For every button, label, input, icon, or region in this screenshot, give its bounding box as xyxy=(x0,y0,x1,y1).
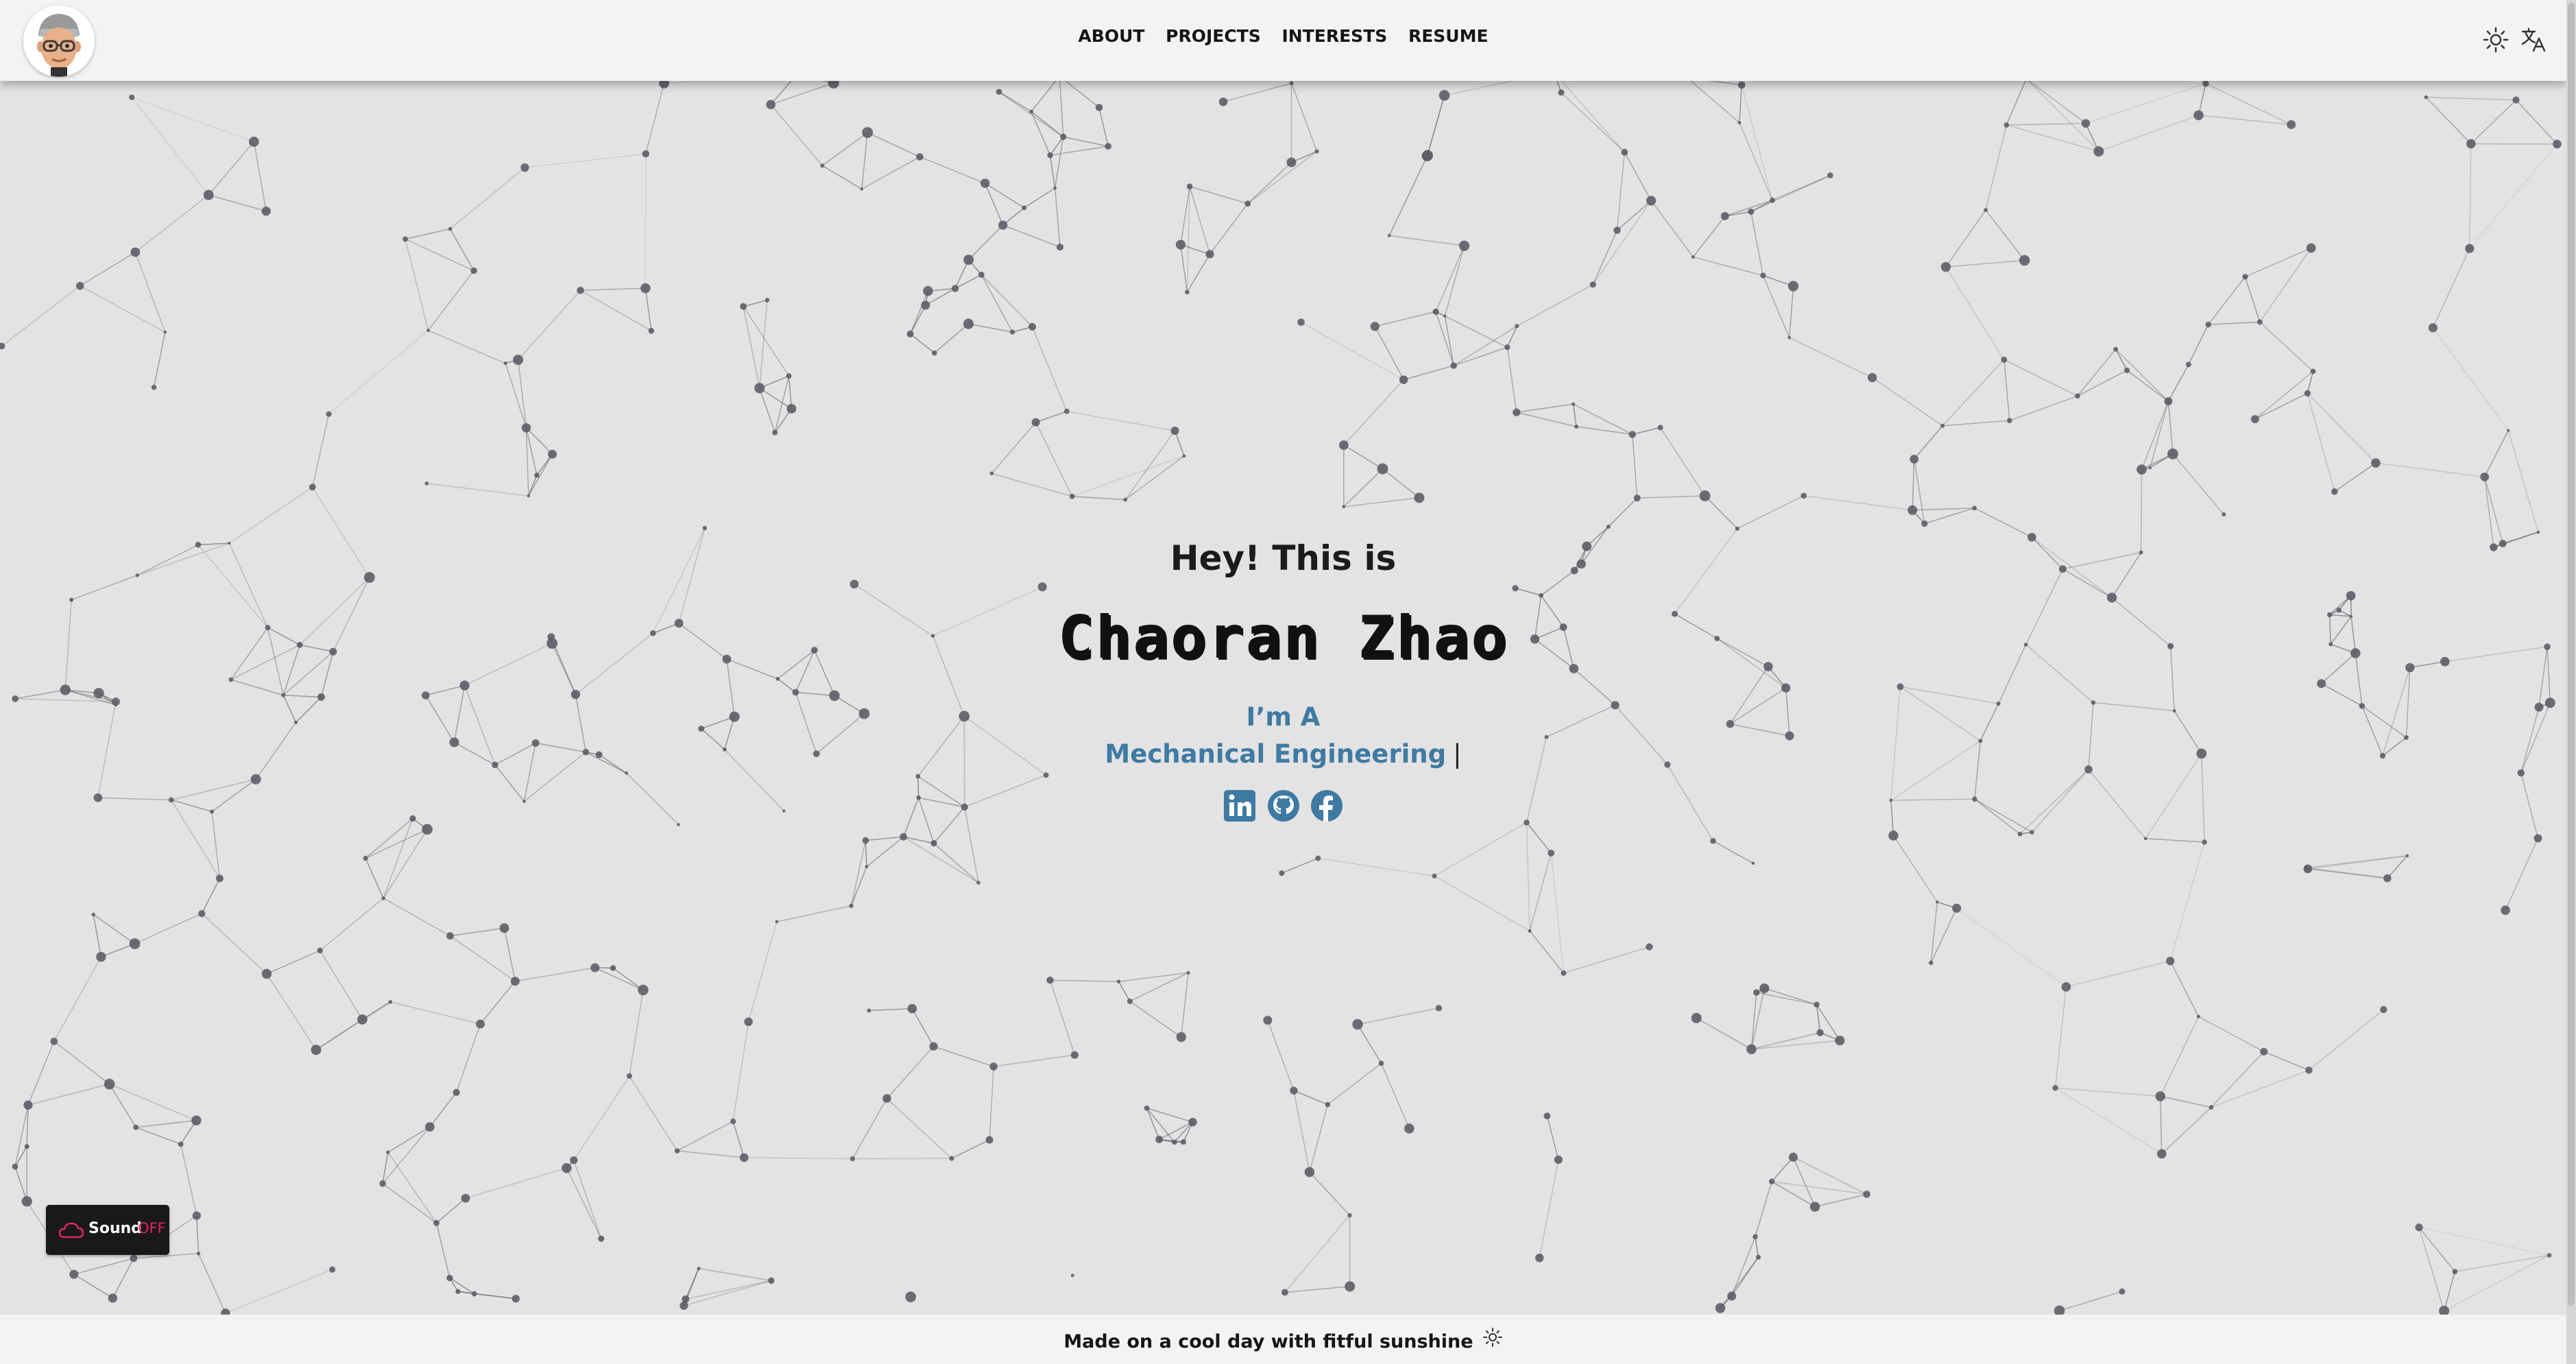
cloud-icon xyxy=(58,1222,84,1239)
particle-network-background xyxy=(0,69,2562,1318)
linkedin-link[interactable] xyxy=(1223,789,1257,823)
social-links xyxy=(0,789,2566,824)
sun-icon xyxy=(1482,1328,1502,1347)
scrollbar-thumb[interactable] xyxy=(2568,3,2575,1306)
hero-role: Mechanical Engineering xyxy=(1105,739,1447,769)
hero-name: Chaoran Zhao xyxy=(1057,603,1509,672)
facebook-link[interactable] xyxy=(1310,789,1344,823)
typing-caret: | xyxy=(1453,739,1462,769)
hero-greeting: Hey! This is xyxy=(1170,538,1397,578)
theme-toggle-button[interactable] xyxy=(2481,25,2511,55)
nav-projects[interactable]: PROJECTS xyxy=(1166,26,1261,46)
linkedin-icon xyxy=(1224,790,1256,822)
top-navigation-bar: ABOUT PROJECTS INTERESTS RESUME xyxy=(0,0,2566,81)
hero-intro: I’m A xyxy=(1246,702,1321,732)
hero-role-line: Mechanical Engineering | xyxy=(0,739,2566,769)
nav-about[interactable]: ABOUT xyxy=(1078,26,1144,46)
nav-resume[interactable]: RESUME xyxy=(1408,26,1489,46)
sound-label: Sound xyxy=(88,1220,143,1237)
sun-icon xyxy=(2483,27,2509,53)
language-toggle-button[interactable] xyxy=(2518,25,2549,55)
sound-state: OFF xyxy=(138,1220,166,1236)
main-nav: ABOUT PROJECTS INTERESTS RESUME xyxy=(0,26,2566,46)
facebook-icon xyxy=(1310,790,1343,822)
translate-icon xyxy=(2521,27,2546,52)
scrollbar[interactable] xyxy=(2566,0,2576,1364)
github-link[interactable] xyxy=(1266,789,1301,823)
footer: Made on a cool day with fitful sunshine xyxy=(0,1315,2566,1364)
sound-toggle-button[interactable]: Sound OFF xyxy=(46,1205,169,1255)
footer-text: Made on a cool day with fitful sunshine xyxy=(1063,1331,1473,1352)
github-icon xyxy=(1267,790,1299,822)
nav-interests[interactable]: INTERESTS xyxy=(1282,26,1388,46)
